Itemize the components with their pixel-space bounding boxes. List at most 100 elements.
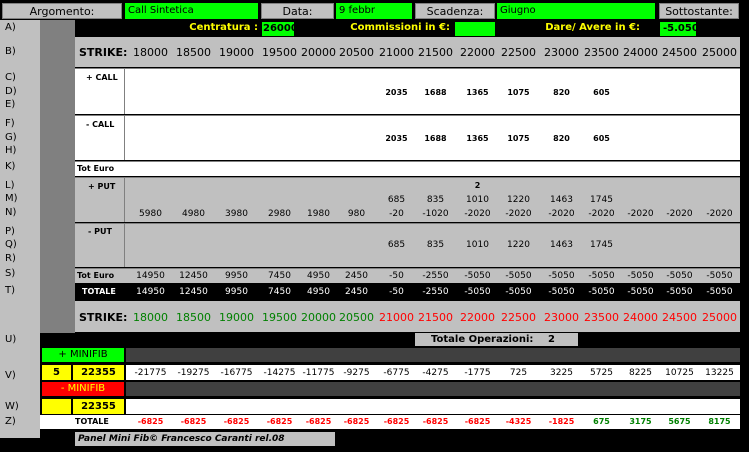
strike-label-bottom: STRIKE: — [79, 311, 128, 324]
scadenza-field[interactable]: Giugno — [497, 3, 655, 19]
totale-z-cell: -6825 — [266, 417, 293, 426]
plus-minifib-cell: -6775 — [383, 368, 410, 378]
row-label: D) — [5, 86, 17, 97]
plus-call-cell: 1688 — [424, 88, 447, 97]
totale-z-cell: -6825 — [180, 417, 207, 426]
row-label: M) — [5, 193, 18, 204]
plus-put-result-cell: 2980 — [268, 209, 291, 219]
plus-put-result-cell: 3980 — [225, 209, 248, 219]
minus-put-price-cell: 685 — [387, 240, 406, 250]
plus-minifib-cell: 13225 — [705, 368, 734, 378]
plus-put-label: + PUT — [88, 182, 116, 191]
row-label: H) — [5, 145, 17, 156]
dare-avere-field[interactable]: -5.050 — [660, 22, 699, 36]
plus-put-result-cell: -2020 — [706, 209, 733, 219]
totale-cell: 2450 — [345, 287, 368, 297]
plus-put-result-cell: -2020 — [588, 209, 615, 219]
centratura-field[interactable]: 26000 — [262, 22, 298, 36]
commissioni-field[interactable] — [455, 22, 495, 36]
plus-put-result-cell: 4980 — [182, 209, 205, 219]
strike-bottom-cell: 24000 — [623, 311, 658, 324]
tot-euro-put-cell: -5050 — [588, 271, 615, 281]
argomento-field[interactable]: Call Sintetica — [125, 3, 258, 19]
strike-cell: 20500 — [339, 46, 374, 59]
totale-z-label: TOTALE — [75, 417, 109, 426]
centratura-label: Centratura : — [189, 22, 258, 33]
plus-minifib-cell: -19275 — [177, 368, 210, 378]
totale-cell: -5050 — [706, 287, 733, 297]
plus-call-cell: 605 — [593, 88, 610, 97]
tot-euro-put-cell: 2450 — [345, 271, 368, 281]
plus-put-result-cell: -2020 — [464, 209, 491, 219]
data-label: Data: — [261, 3, 334, 19]
plus-minifib-cell: -1775 — [464, 368, 491, 378]
strike-cell: 23500 — [584, 46, 619, 59]
minus-call-cell: 605 — [593, 134, 610, 143]
totale-cell: 14950 — [136, 287, 165, 297]
totale-z-cell: 675 — [593, 417, 610, 426]
row-label: G) — [5, 132, 17, 143]
row-label: B) — [5, 46, 16, 57]
row-label: F) — [5, 118, 15, 129]
strike-cell: 22500 — [501, 46, 536, 59]
tot-euro-put-cell: -5050 — [548, 271, 575, 281]
plus-minifib-label: + MINIFIB — [42, 348, 124, 362]
plus-minifib-cell: 5725 — [590, 368, 613, 378]
data-field[interactable]: 9 febbr — [336, 3, 412, 19]
tot-euro-put-cell: 14950 — [136, 271, 165, 281]
minus-minifib-label: - MINIFIB — [42, 382, 124, 396]
row-label: R) — [5, 253, 16, 264]
totale-cell: -5050 — [627, 287, 654, 297]
strike-bottom-cell: 18000 — [133, 311, 168, 324]
minus-minifib-qty[interactable] — [42, 399, 71, 414]
row-label: A) — [5, 22, 16, 33]
tot-euro-put-cell: -5050 — [666, 271, 693, 281]
plus-minifib-qty[interactable]: 5 — [42, 365, 71, 380]
tot-euro-put-cell: 4950 — [307, 271, 330, 281]
plus-put-result-cell: 980 — [347, 209, 366, 219]
plus-put-result-cell: 5980 — [139, 209, 162, 219]
totale-z-cell: -1825 — [548, 417, 575, 426]
plus-minifib-cell: 725 — [509, 368, 528, 378]
plus-call-label: + CALL — [86, 73, 118, 82]
totale-cell: -5050 — [548, 287, 575, 297]
totale-z-cell: 5675 — [668, 417, 691, 426]
totale-label: TOTALE — [82, 287, 116, 296]
minus-minifib-price[interactable]: 22355 — [73, 399, 124, 414]
plus-put-result-cell: -2020 — [627, 209, 654, 219]
strike-cell: 21000 — [379, 46, 414, 59]
minus-put-price-cell: 1220 — [507, 240, 530, 250]
plus-minifib-price[interactable]: 22355 — [73, 365, 124, 380]
strike-cell: 20000 — [301, 46, 336, 59]
totale-cell: 9950 — [225, 287, 248, 297]
plus-put-price-cell: 1745 — [590, 195, 613, 205]
strike-cell: 19500 — [262, 46, 297, 59]
strike-bottom-cell: 18500 — [176, 311, 211, 324]
strike-label: STRIKE: — [79, 46, 128, 59]
tot-euro-put-cell: 9950 — [225, 271, 248, 281]
minus-put-label: - PUT — [88, 227, 112, 236]
totale-z-cell: -6825 — [383, 417, 410, 426]
strike-cell: 24500 — [662, 46, 697, 59]
totale-cell: 7450 — [268, 287, 291, 297]
totale-cell: -5050 — [666, 287, 693, 297]
row-label: Q) — [5, 239, 17, 250]
minus-call-cell: 2035 — [385, 134, 408, 143]
plus-call-cell: 820 — [553, 88, 570, 97]
strike-bottom-cell: 22000 — [460, 311, 495, 324]
strike-cell: 23000 — [544, 46, 579, 59]
minus-put-price-cell: 1745 — [590, 240, 613, 250]
plus-minifib-cell: -9275 — [343, 368, 370, 378]
strike-bottom-cell: 19500 — [262, 311, 297, 324]
row-label: E) — [5, 99, 16, 110]
strike-cell: 19000 — [219, 46, 254, 59]
totale-operazioni-value: 2 — [548, 334, 555, 345]
minus-call-cell: 1365 — [466, 134, 489, 143]
scadenza-label: Scadenza: — [415, 3, 495, 19]
plus-put-price-cell: 835 — [426, 195, 445, 205]
strike-bottom-cell: 23500 — [584, 311, 619, 324]
tot-euro-put-cell: -5050 — [505, 271, 532, 281]
sottostante-label: Sottostante: — [659, 3, 739, 19]
tot-euro-call-label: Tot Euro — [77, 164, 115, 173]
minus-put-price-cell: 835 — [426, 240, 445, 250]
